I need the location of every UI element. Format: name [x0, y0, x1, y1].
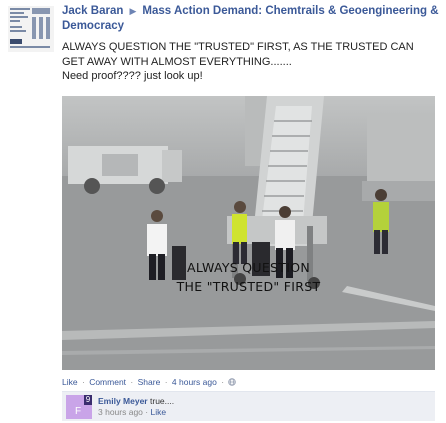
separator: · — [164, 377, 168, 387]
comment-link[interactable]: Comment — [89, 377, 126, 387]
comment-text: true.... — [150, 396, 175, 406]
post-photo[interactable]: ALWAYS QUESTION THE "TRUSTED" FIRST — [62, 96, 435, 370]
post-header: Jack Baran ▶ Mass Action Demand: Chemtra… — [62, 4, 442, 34]
author-name-link[interactable]: Jack Baran — [62, 5, 123, 17]
avatar-badge: 9 — [84, 395, 92, 405]
photo-caption-line: THE "TRUSTED" FIRST — [176, 279, 321, 294]
globe-icon[interactable] — [228, 378, 237, 388]
avatar-letter: F — [74, 406, 82, 417]
post-message: ALWAYS QUESTION THE "TRUSTED" FIRST, AS … — [62, 40, 442, 84]
comment-time[interactable]: 3 hours ago — [98, 407, 143, 417]
share-link[interactable]: Share — [138, 377, 161, 387]
separator: · — [221, 377, 225, 387]
message-line: ALWAYS QUESTION THE "TRUSTED" FIRST, AS … — [62, 41, 414, 53]
like-link[interactable]: Like — [62, 377, 78, 387]
comment-item: 9 F Emily Meyer true.... 3 hours ago · L… — [62, 391, 435, 421]
separator: · — [145, 407, 149, 417]
arrow-right-icon: ▶ — [129, 6, 137, 16]
separator: · — [130, 377, 134, 387]
message-line: Need proof???? just look up! — [62, 70, 203, 82]
author-avatar[interactable] — [8, 6, 54, 52]
commenter-avatar[interactable]: 9 F — [66, 395, 92, 419]
comment-like-link[interactable]: Like — [151, 407, 167, 417]
timestamp-link[interactable]: 4 hours ago — [172, 377, 217, 387]
post-actions: Like · Comment · Share · 4 hours ago · — [62, 377, 237, 388]
separator: · — [81, 377, 85, 387]
feed-post: Jack Baran ▶ Mass Action Demand: Chemtra… — [0, 0, 446, 423]
photo-caption-line: ALWAYS QUESTION — [187, 260, 310, 275]
message-line: GET AWAY WITH ALMOST EVERYTHING....... — [62, 55, 292, 68]
comment-body: Emily Meyer true.... 3 hours ago · Like — [98, 396, 174, 418]
commenter-name-link[interactable]: Emily Meyer — [98, 396, 148, 406]
airport-tarmac-image — [62, 96, 435, 370]
